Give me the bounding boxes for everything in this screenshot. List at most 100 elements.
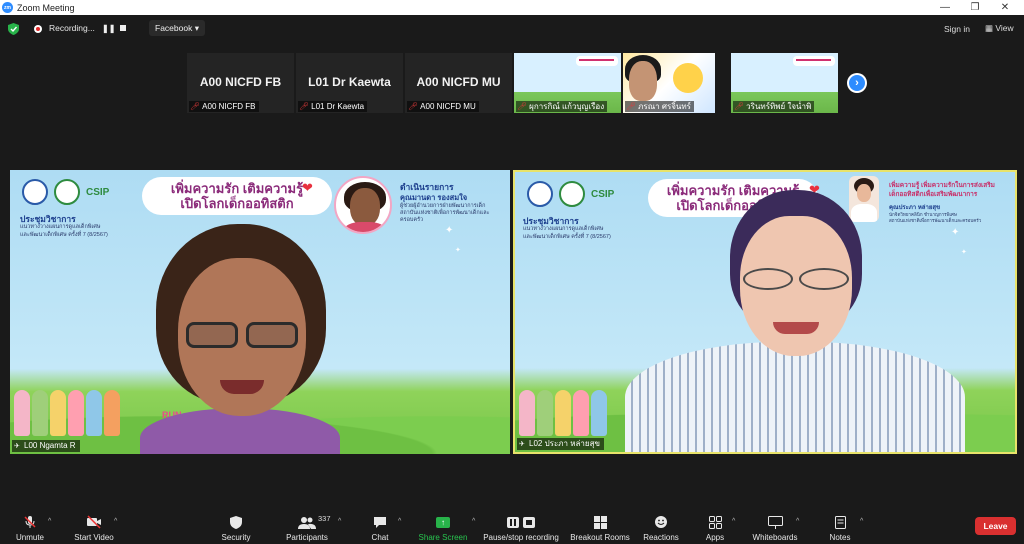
meeting-toolbar: Unmute ^ Start Video ^ Security Particip… <box>0 506 1024 544</box>
host-subtitle-2: สถาบันแห่งชาติเพื่อการพัฒนาเด็กและครอบคร… <box>400 210 490 223</box>
security-button[interactable]: Security <box>216 506 256 544</box>
kids-illustration <box>14 390 120 436</box>
meeting-subtitle-1: แนวทางวางแผนการดูแลเด็กพิเศษ <box>20 224 101 230</box>
unmute-button[interactable]: Unmute <box>10 506 50 544</box>
sparkle-icon: ✦ <box>951 227 960 238</box>
title-bar: zm Zoom Meeting — ❐ ✕ <box>0 0 1024 15</box>
view-button[interactable]: ▦ View <box>985 23 1014 34</box>
muted-mic-icon: 🎤︎ <box>190 102 201 111</box>
chevron-right-icon: › <box>855 77 859 89</box>
whiteboards-button[interactable]: Whiteboards <box>748 506 802 544</box>
notes-label: Notes <box>829 533 851 542</box>
view-label: View <box>995 23 1014 33</box>
sparkle-icon: ✦ <box>445 225 454 236</box>
participant-thumbnail[interactable]: A00 NICFD FB 🎤︎ A00 NICFD FB <box>187 53 294 113</box>
org-logos: CSIP <box>22 179 109 205</box>
participant-thumbnail[interactable]: 🎤︎ ภรณา ศรจิ้นทร์ <box>623 53 715 113</box>
participant-name-tag: 🎤︎ L01 Dr Kaewta <box>298 101 368 112</box>
speaker-smile <box>773 322 819 334</box>
csip-logo: CSIP <box>591 188 615 200</box>
reactions-label: Reactions <box>643 533 679 542</box>
host-photo <box>334 176 392 234</box>
kids-illustration <box>519 390 607 436</box>
csip-logo: CSIP <box>86 186 110 198</box>
reactions-button[interactable]: Reactions <box>642 506 680 544</box>
participant-name: A00 NICFD MU <box>420 102 476 111</box>
livestream-selector[interactable]: Facebook ▾ <box>149 20 205 36</box>
breakout-rooms-label: Breakout Rooms <box>570 533 630 542</box>
pause-recording-label: Pause/stop recording <box>483 533 559 542</box>
share-screen-button[interactable]: ↑ Share Screen <box>416 506 470 544</box>
participant-name: L01 Dr Kaewta <box>311 102 365 111</box>
participant-name-tag: ✈ L00 Ngamta R <box>12 440 80 452</box>
recording-indicator-icon <box>34 25 42 33</box>
institute-logo-icon <box>54 179 80 205</box>
meeting-subtitle-2: และพัฒนาเด็กพิเศษ ครั้งที่ 7 (8/2567) <box>20 232 108 238</box>
video-tile-right-active-speaker[interactable]: CSIP เพิ่มความรัก เติมความรู้ เปิดโลกเด็… <box>513 170 1017 454</box>
leave-button[interactable]: Leave <box>975 517 1016 535</box>
university-logo-icon <box>22 179 48 205</box>
apps-button[interactable]: Apps <box>700 506 730 544</box>
window-title: Zoom Meeting <box>17 2 75 13</box>
chat-icon <box>374 516 386 528</box>
participant-display-name: L01 Dr Kaewta <box>308 75 391 89</box>
participant-face <box>629 61 657 101</box>
pin-icon: ✈ <box>519 440 525 448</box>
host-title-line-2: เด็กออทิสติกเพื่อเสริมพัฒนาการ <box>889 191 978 198</box>
sign-in-button[interactable]: Sign in <box>944 24 970 34</box>
zoom-logo-icon: zm <box>2 2 13 13</box>
participant-name: L02 ประภา หล่ายสุข <box>529 439 600 448</box>
whiteboards-label: Whiteboards <box>752 533 798 542</box>
chat-button[interactable]: Chat <box>365 506 395 544</box>
whiteboard-icon <box>767 515 783 529</box>
start-video-button[interactable]: Start Video <box>68 506 120 544</box>
speaker-glasses-icon <box>180 322 304 350</box>
next-page-button[interactable]: › <box>847 73 867 93</box>
meeting-subtitle-2: และพัฒนาเด็กพิเศษ ครั้งที่ 7 (8/2567) <box>523 234 611 240</box>
participants-label: Participants <box>286 533 328 542</box>
participants-options-chevron-icon[interactable]: ^ <box>338 518 341 525</box>
chat-options-chevron-icon[interactable]: ^ <box>398 518 401 525</box>
share-options-chevron-icon[interactable]: ^ <box>472 518 475 525</box>
encryption-shield-icon[interactable] <box>8 23 19 35</box>
minimize-button[interactable]: — <box>935 0 955 15</box>
slide-preview-icon <box>793 56 835 66</box>
more-options-chevron-icon[interactable]: ^ <box>860 518 863 525</box>
participant-name-tag: 🎤︎ ผุการกิณ์ แก้วบุญเรือง <box>516 101 608 112</box>
participant-thumbnail[interactable]: 🎤︎ ผุการกิณ์ แก้วบุญเรือง <box>514 53 621 113</box>
close-window-button[interactable]: ✕ <box>995 0 1015 15</box>
sparkle-icon: ✦ <box>455 247 461 254</box>
institute-logo-icon <box>559 181 585 207</box>
notes-icon <box>834 515 846 529</box>
participant-thumbnail[interactable]: A00 NICFD MU 🎤︎ A00 NICFD MU <box>405 53 512 113</box>
meeting-subtitle-1: แนวทางวางแผนการดูแลเด็กพิเศษ <box>523 226 604 232</box>
participant-name: ผุการกิณ์ แก้วบุญเรือง <box>529 102 605 111</box>
background-sun-icon <box>673 63 703 93</box>
participant-display-name: A00 NICFD MU <box>416 75 501 89</box>
pause-recording-icon[interactable]: ❚❚ <box>102 24 115 33</box>
smiley-icon <box>655 516 667 528</box>
pause-stop-icon <box>507 516 535 528</box>
stop-recording-icon[interactable] <box>120 25 126 31</box>
participants-button[interactable]: Participants <box>281 506 333 544</box>
participant-thumbnail[interactable]: L01 Dr Kaewta 🎤︎ L01 Dr Kaewta <box>296 53 403 113</box>
participant-name-tag: 🎤︎ ภรณา ศรจิ้นทร์ <box>625 101 694 112</box>
maximize-button[interactable]: ❐ <box>965 0 985 15</box>
participants-count-badge: 337 <box>318 514 331 523</box>
security-label: Security <box>221 533 251 542</box>
breakout-rooms-button[interactable]: Breakout Rooms <box>568 506 632 544</box>
apps-options-chevron-icon[interactable]: ^ <box>732 518 735 525</box>
video-options-chevron-icon[interactable]: ^ <box>114 518 117 525</box>
share-screen-icon: ↑ <box>436 516 450 528</box>
host-photo <box>849 176 879 222</box>
whiteboards-options-chevron-icon[interactable]: ^ <box>796 518 799 525</box>
participant-thumbnail[interactable]: 🎤︎ วรินทร์ทิพย์ ใจน่ำพิ <box>731 53 838 113</box>
audio-options-chevron-icon[interactable]: ^ <box>48 518 51 525</box>
chat-label: Chat <box>371 533 389 542</box>
recording-status: Recording... <box>49 23 95 33</box>
muted-mic-icon: 🎤︎ <box>299 102 310 111</box>
pause-stop-recording-button[interactable]: Pause/stop recording <box>480 506 562 544</box>
video-tile-left[interactable]: CSIP เพิ่มความรัก เติมความรู้ เปิดโลกเด็… <box>10 170 510 454</box>
notes-button[interactable]: Notes <box>825 506 855 544</box>
participant-name-tag: 🎤︎ A00 NICFD MU <box>407 101 479 112</box>
